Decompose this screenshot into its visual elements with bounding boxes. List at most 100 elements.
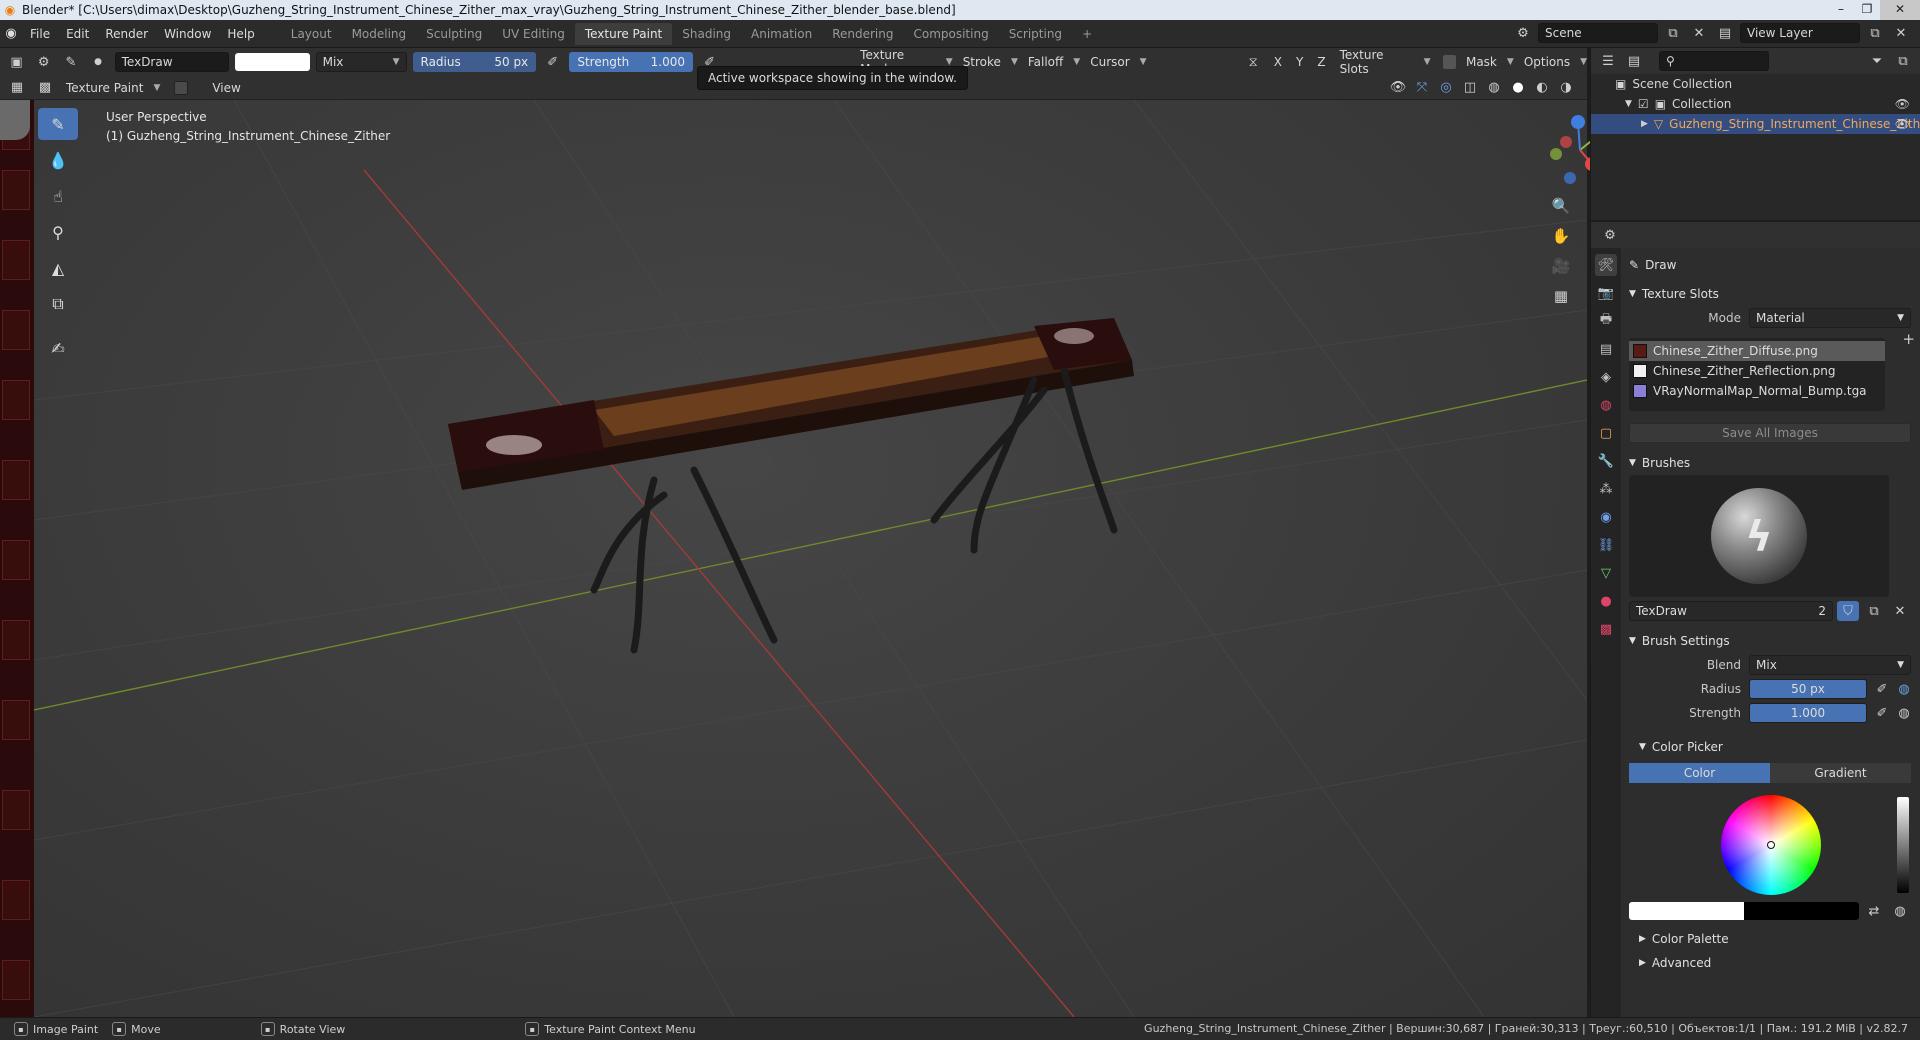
add-workspace-icon[interactable]: + <box>1072 23 1102 45</box>
mode-dropdown[interactable]: Material ▼ <box>1749 308 1911 328</box>
scene-icon[interactable]: ⚙ <box>1512 23 1534 43</box>
add-slot-icon[interactable]: + <box>1902 330 1915 348</box>
swap-colors-icon[interactable]: ⇄ <box>1863 901 1885 921</box>
tab-compositing[interactable]: Compositing <box>903 23 998 45</box>
texture-slot[interactable]: VRayNormalMap_Normal_Bump.tga <box>1629 381 1885 401</box>
ortho-grid-icon[interactable]: ▦ <box>1547 282 1575 310</box>
scene-collection-row[interactable]: ▣ Scene Collection <box>1591 74 1920 94</box>
tab-data[interactable]: ▽ <box>1595 562 1617 584</box>
view-menu[interactable]: View <box>208 81 244 95</box>
smear-tool-icon[interactable]: ☝ <box>38 180 78 212</box>
falloff-dropdown[interactable]: Falloff <box>1024 55 1067 69</box>
expand-arrow-icon[interactable]: ▶ <box>1641 119 1648 129</box>
image-editor-strip[interactable] <box>0 100 34 1017</box>
tab-animation[interactable]: Animation <box>741 23 822 45</box>
strength-slider[interactable]: 1.000 <box>1749 703 1867 723</box>
menu-file[interactable]: File <box>22 27 58 41</box>
color-wheel[interactable] <box>1721 795 1821 895</box>
brush-settings-panel[interactable]: ▼ Brush Settings <box>1623 629 1919 653</box>
fill-tool-icon[interactable]: ◭ <box>38 252 78 284</box>
object-row[interactable]: ▶ ▽ Guzheng_String_Instrument_Chinese_Zi… <box>1591 114 1920 134</box>
tab-gradient[interactable]: Gradient <box>1770 763 1911 783</box>
tool-settings-icon[interactable]: ⚙ <box>33 52 54 72</box>
tab-uv-editing[interactable]: UV Editing <box>492 23 575 45</box>
value-slider[interactable] <box>1897 797 1909 893</box>
3d-viewport[interactable]: User Perspective (1) Guzheng_String_Inst… <box>34 100 1587 1017</box>
texture-slot[interactable]: Chinese_Zither_Reflection.png <box>1629 361 1885 381</box>
tab-output[interactable]: 🖶 <box>1595 310 1617 332</box>
minimize-icon[interactable]: – <box>1828 0 1854 20</box>
menu-render[interactable]: Render <box>97 27 156 41</box>
radius-pressure-icon[interactable]: ✐ <box>1871 679 1893 699</box>
paint-mode-icon[interactable]: ▩ <box>34 78 56 98</box>
visibility-icon[interactable]: 👁 <box>1387 78 1409 98</box>
pan-hand-icon[interactable]: ✋ <box>1547 222 1575 250</box>
primary-secondary-swatch[interactable] <box>1629 902 1859 920</box>
symmetry-icon[interactable]: ⧖ <box>1243 52 1264 72</box>
tab-object[interactable]: ▢ <box>1595 422 1617 444</box>
eye-icon[interactable]: 👁 <box>1895 97 1910 111</box>
blender-menu-icon[interactable]: ◉ <box>0 24 22 44</box>
mask-checkbox[interactable] <box>1442 55 1456 69</box>
axis-x-toggle[interactable]: X <box>1270 55 1286 69</box>
unified-color-icon[interactable]: ◍ <box>1889 901 1911 921</box>
texture-slot[interactable]: Chinese_Zither_Diffuse.png <box>1629 341 1885 361</box>
material-shading-icon[interactable]: ◐ <box>1531 78 1553 98</box>
clone-tool-icon[interactable]: ⚲ <box>38 216 78 248</box>
blend-dropdown[interactable]: Mix ▼ <box>315 52 407 72</box>
tab-material[interactable]: ● <box>1595 590 1617 612</box>
properties-editor-icon[interactable]: ⚙ <box>1599 225 1621 245</box>
mask-dropdown[interactable]: Mask <box>1462 55 1501 69</box>
brush-name-field[interactable]: TexDraw <box>114 52 229 72</box>
axis-y-toggle[interactable]: Y <box>1292 55 1307 69</box>
strength-pressure-icon[interactable]: ✐ <box>1871 703 1893 723</box>
checkbox-icon[interactable]: ☑ <box>1638 97 1649 111</box>
menu-help[interactable]: Help <box>219 27 262 41</box>
cursor-dropdown[interactable]: Cursor <box>1086 55 1133 69</box>
delete-scene-icon[interactable]: ✕ <box>1688 23 1710 43</box>
camera-icon[interactable]: 🎥 <box>1547 252 1575 280</box>
expand-arrow-icon[interactable]: ▼ <box>1625 99 1632 109</box>
strength-unified-icon[interactable]: ◍ <box>1893 703 1915 723</box>
tab-world[interactable]: ◍ <box>1595 394 1617 416</box>
mode-dropdown[interactable]: Texture Paint <box>62 81 147 95</box>
tab-color[interactable]: Color <box>1629 763 1770 783</box>
radius-slider[interactable]: Radius 50 px <box>412 52 537 72</box>
brushes-panel[interactable]: ▼ Brushes <box>1623 451 1919 475</box>
color-picker-panel[interactable]: ▼ Color Picker <box>1623 735 1919 759</box>
annotate-tool-icon[interactable]: ✍ <box>38 332 78 364</box>
filter-icon[interactable]: ⏷ <box>1866 51 1888 71</box>
wireframe-shading-icon[interactable]: ◍ <box>1483 78 1505 98</box>
axis-z-toggle[interactable]: Z <box>1313 55 1329 69</box>
display-mode-icon[interactable]: ▤ <box>1623 51 1645 71</box>
tab-physics[interactable]: ◉ <box>1595 506 1617 528</box>
outliner-search-input[interactable]: ⚲ <box>1659 51 1769 71</box>
outliner-editor-icon[interactable]: ☰ <box>1597 51 1619 71</box>
tab-view-layer[interactable]: ▤ <box>1595 338 1617 360</box>
mask-mode-checkbox[interactable] <box>174 80 189 95</box>
tab-scene[interactable]: ◈ <box>1595 366 1617 388</box>
view-layer-field[interactable]: View Layer <box>1740 23 1860 43</box>
brush-name-field[interactable]: TexDraw 2 <box>1629 601 1833 621</box>
close-icon[interactable]: ✕ <box>1880 0 1920 20</box>
hand-tool-icon[interactable] <box>0 100 30 140</box>
overlay-icon[interactable]: ◎ <box>1435 78 1457 98</box>
brush-icon[interactable]: ✎ <box>60 52 81 72</box>
tab-render[interactable]: 📷 <box>1595 282 1617 304</box>
menu-edit[interactable]: Edit <box>58 27 97 41</box>
tab-texture-paint[interactable]: Texture Paint <box>574 22 673 45</box>
tab-sculpting[interactable]: Sculpting <box>416 23 492 45</box>
tab-layout[interactable]: Layout <box>281 23 342 45</box>
tab-rendering[interactable]: Rendering <box>822 23 903 45</box>
advanced-panel[interactable]: ▶ Advanced <box>1623 951 1919 975</box>
collection-row[interactable]: ▼ ☑ ▣ Collection 👁 <box>1591 94 1920 114</box>
brush-preview[interactable]: ϟ <box>1629 475 1889 597</box>
radius-pressure-icon[interactable]: ✐ <box>542 52 563 72</box>
options-dropdown[interactable]: Options <box>1520 55 1574 69</box>
soften-tool-icon[interactable]: 💧 <box>38 144 78 176</box>
tab-constraints[interactable]: ⛓ <box>1595 534 1617 556</box>
grid-icon[interactable]: ▦ <box>6 78 28 98</box>
delete-view-layer-icon[interactable]: ✕ <box>1890 23 1912 43</box>
duplicate-brush-icon[interactable]: ⧉ <box>1863 601 1885 621</box>
tab-texture[interactable]: ▩ <box>1595 618 1617 640</box>
